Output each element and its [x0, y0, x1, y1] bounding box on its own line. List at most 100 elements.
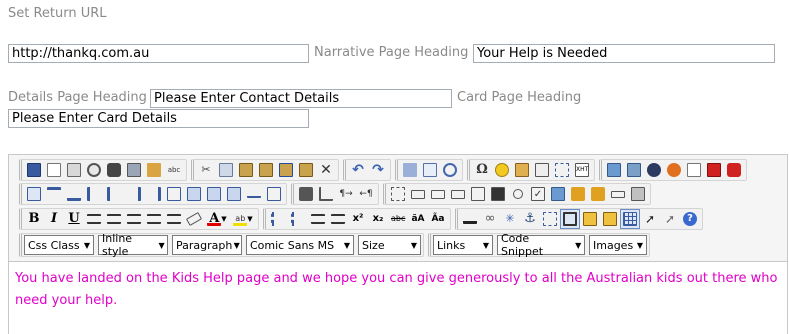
preview-button[interactable]: [84, 160, 104, 180]
font-color-button[interactable]: A ▼: [204, 209, 230, 229]
help-button[interactable]: ?: [680, 209, 700, 229]
details-heading-input[interactable]: [150, 89, 452, 108]
editor-content-area[interactable]: You have landed on the Kids Help page an…: [8, 261, 788, 334]
select-all-button[interactable]: ➚: [640, 209, 660, 229]
table-border-button[interactable]: [264, 184, 284, 204]
merge-cells-button[interactable]: [184, 184, 204, 204]
insert-image-button[interactable]: [604, 160, 624, 180]
paste-text-button[interactable]: [256, 160, 276, 180]
guidelines-button[interactable]: [560, 209, 580, 229]
insert-textfield-button[interactable]: [408, 184, 428, 204]
insert-row-below-button[interactable]: [64, 184, 84, 204]
images-select[interactable]: Images ▼: [589, 235, 647, 255]
erase-format-button[interactable]: [184, 209, 204, 229]
insert-hr-button[interactable]: [244, 184, 264, 204]
outdent-button[interactable]: [328, 209, 348, 229]
insert-row-above-button[interactable]: [44, 184, 64, 204]
cut-button[interactable]: ✂: [196, 160, 216, 180]
unlink-button[interactable]: ✳: [500, 209, 520, 229]
split-cell-button[interactable]: [164, 184, 184, 204]
show-borders-button[interactable]: [316, 184, 336, 204]
size-select[interactable]: Size ▼: [358, 235, 421, 255]
new-document-button[interactable]: [44, 160, 64, 180]
code-snippet-select[interactable]: Code Snippet ▼: [497, 232, 585, 258]
paragraph-select[interactable]: Paragraph ▼: [172, 235, 242, 255]
uppercase-button[interactable]: Ãa: [428, 209, 448, 229]
spellcheck-button[interactable]: abc: [164, 160, 184, 180]
insert-xhtml-button[interactable]: XHT: [572, 160, 592, 180]
underline-button[interactable]: U: [64, 209, 84, 229]
field-props-button[interactable]: [628, 184, 648, 204]
inline-style-select[interactable]: Inline style ▼: [98, 232, 168, 258]
cell-props-button[interactable]: [204, 184, 224, 204]
justify-none-button[interactable]: [164, 209, 184, 229]
insert-hidden-button[interactable]: [448, 184, 468, 204]
special-char-button[interactable]: Ω: [472, 160, 492, 180]
insert-table-button[interactable]: [24, 184, 44, 204]
paste-html-button[interactable]: [296, 160, 316, 180]
highlight-button[interactable]: ab ▼: [230, 209, 256, 229]
paste-button[interactable]: [236, 160, 256, 180]
insert-document-button[interactable]: [684, 160, 704, 180]
font-select[interactable]: Comic Sans MS ▼: [246, 235, 354, 255]
align-left-button[interactable]: [84, 209, 104, 229]
clean-button[interactable]: [144, 160, 164, 180]
show-grid-button[interactable]: [620, 209, 640, 229]
lowercase-button[interactable]: ãA: [408, 209, 428, 229]
absolute-position-button[interactable]: [540, 209, 560, 229]
italic-button[interactable]: I: [44, 209, 64, 229]
insert-media-button[interactable]: [664, 160, 684, 180]
bullet-list-button[interactable]: [288, 209, 308, 229]
bring-forward-button[interactable]: [580, 209, 600, 229]
delete-column-button[interactable]: [144, 184, 164, 204]
subscript-button[interactable]: x₂: [368, 209, 388, 229]
table-props-button[interactable]: [224, 184, 244, 204]
insert-textarea-button[interactable]: [468, 184, 488, 204]
insert-column-right-button[interactable]: [124, 184, 144, 204]
insert-paragraph-button[interactable]: [400, 160, 420, 180]
insert-anchor-button[interactable]: [532, 160, 552, 180]
insert-form-button[interactable]: [388, 184, 408, 204]
insert-layer-button[interactable]: [552, 160, 572, 180]
print-button[interactable]: [64, 160, 84, 180]
insert-submit-button[interactable]: [568, 184, 588, 204]
insert-pdf-button[interactable]: [704, 160, 724, 180]
copy-button[interactable]: [216, 160, 236, 180]
save-button[interactable]: [24, 160, 44, 180]
insert-flash-button[interactable]: [644, 160, 664, 180]
card-heading-input[interactable]: [8, 109, 309, 128]
ltr-button[interactable]: ¶→: [336, 184, 356, 204]
redo-button[interactable]: ↷: [368, 160, 388, 180]
indent-button[interactable]: [308, 209, 328, 229]
insert-radio-button[interactable]: [508, 184, 528, 204]
insert-button-button[interactable]: [608, 184, 628, 204]
strikethrough-button[interactable]: abc: [388, 209, 408, 229]
insert-reset-button[interactable]: [588, 184, 608, 204]
insert-select-button[interactable]: [488, 184, 508, 204]
insert-link-button[interactable]: ∞: [480, 209, 500, 229]
rtl-button[interactable]: ←¶: [356, 184, 376, 204]
insert-time-button[interactable]: [440, 160, 460, 180]
justify-button[interactable]: [144, 209, 164, 229]
emoticon-button[interactable]: [492, 160, 512, 180]
select-mode-button[interactable]: ➚: [660, 209, 680, 229]
anchor-button[interactable]: ⚓: [520, 209, 540, 229]
insert-code-button[interactable]: [512, 160, 532, 180]
css-class-select[interactable]: Css Class ▼: [24, 235, 94, 255]
return-url-input[interactable]: [8, 44, 309, 63]
bold-button[interactable]: B: [24, 209, 44, 229]
form-button[interactable]: [124, 160, 144, 180]
find-button[interactable]: [104, 160, 124, 180]
insert-youtube-button[interactable]: [724, 160, 744, 180]
insert-password-button[interactable]: [428, 184, 448, 204]
undo-button[interactable]: ↶: [348, 160, 368, 180]
superscript-button[interactable]: x²: [348, 209, 368, 229]
insert-column-left-button[interactable]: [104, 184, 124, 204]
insert-checkbox-button[interactable]: ✓: [528, 184, 548, 204]
insert-date-button[interactable]: [420, 160, 440, 180]
view-source-button[interactable]: [296, 184, 316, 204]
links-select[interactable]: Links ▼: [433, 235, 493, 255]
insert-rule-button[interactable]: [460, 209, 480, 229]
align-right-button[interactable]: [124, 209, 144, 229]
image-editor-button[interactable]: [624, 160, 644, 180]
